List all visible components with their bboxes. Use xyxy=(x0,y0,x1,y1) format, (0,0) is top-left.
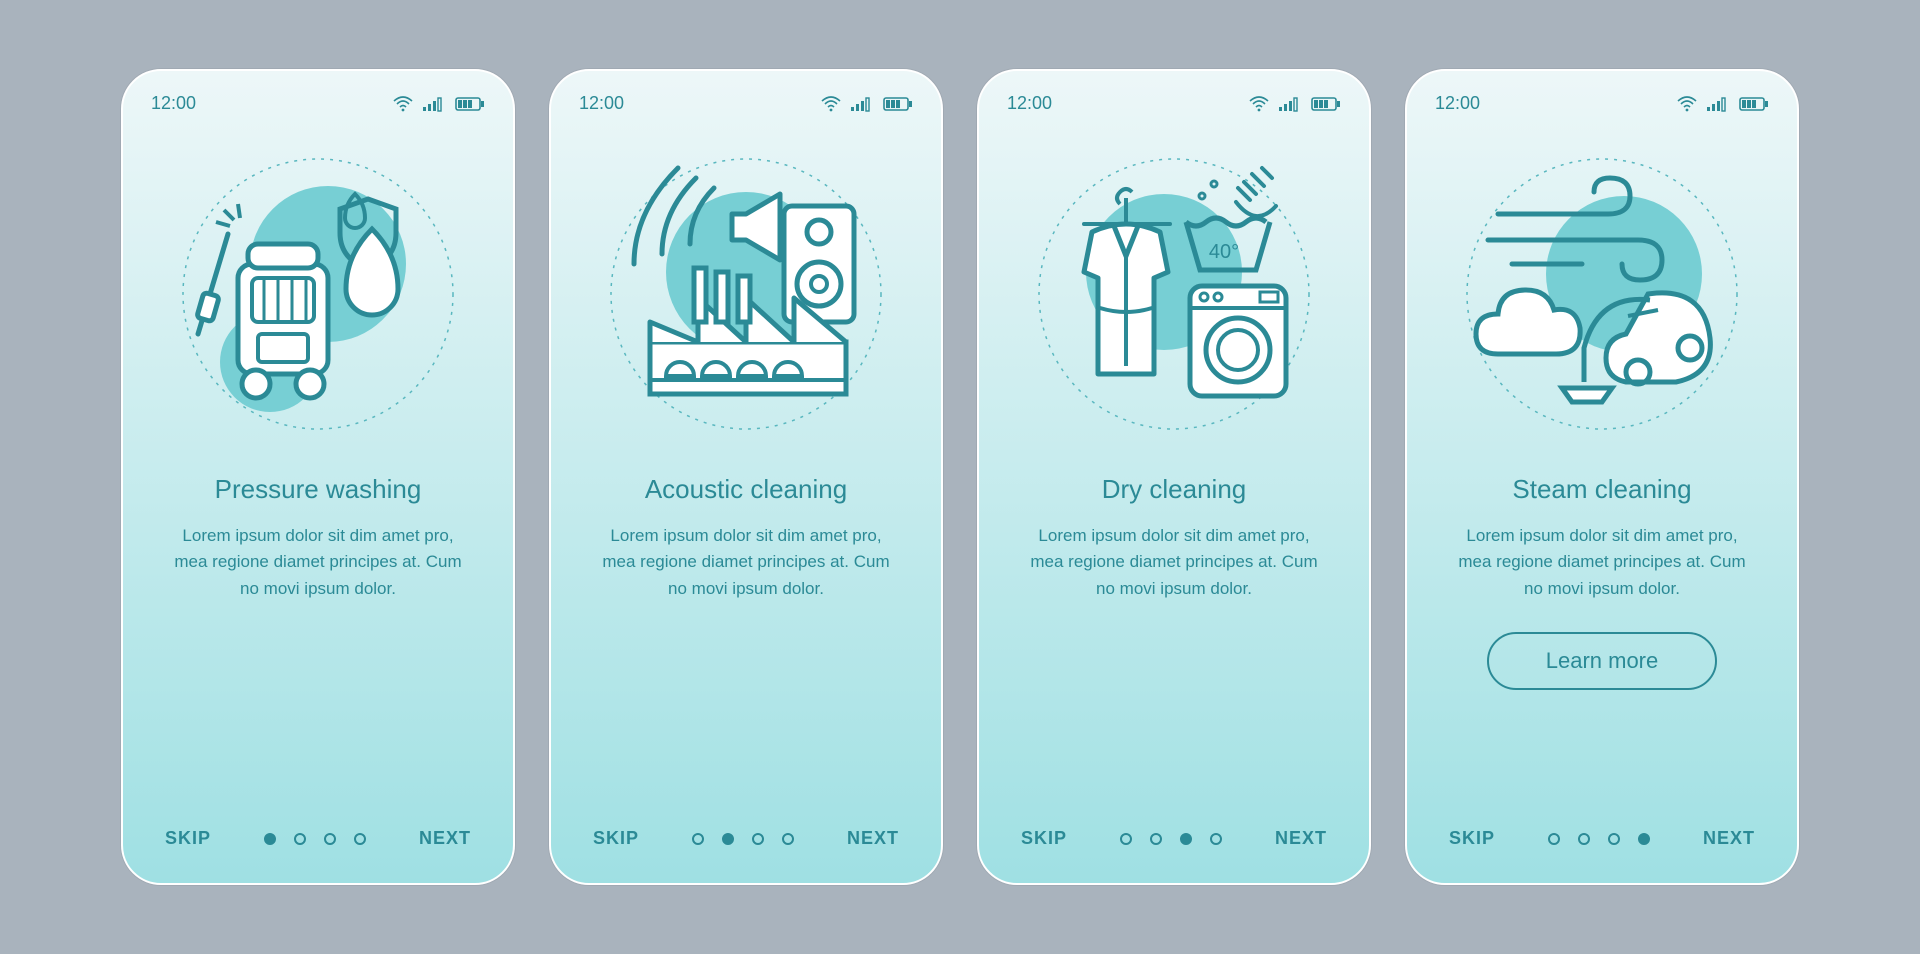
signal-icon xyxy=(1279,96,1301,112)
status-time: 12:00 xyxy=(1007,93,1052,114)
next-button[interactable]: NEXT xyxy=(1703,828,1755,849)
signal-icon xyxy=(851,96,873,112)
signal-icon xyxy=(423,96,445,112)
page-dot[interactable] xyxy=(1578,833,1590,845)
page-dot[interactable] xyxy=(1210,833,1222,845)
screen-body: Lorem ipsum dolor sit dim amet pro, mea … xyxy=(1407,505,1797,602)
page-dot[interactable] xyxy=(722,833,734,845)
page-dot[interactable] xyxy=(294,833,306,845)
page-dot[interactable] xyxy=(324,833,336,845)
battery-icon xyxy=(883,96,913,112)
screen-body: Lorem ipsum dolor sit dim amet pro, mea … xyxy=(979,505,1369,602)
status-bar: 12:00 xyxy=(1407,71,1797,114)
page-dot[interactable] xyxy=(782,833,794,845)
onboarding-screen: 12:00 Pressure washing Lorem ipsum dolor… xyxy=(121,69,515,885)
page-indicator xyxy=(1548,833,1650,845)
onboarding-screen: 12:00 Acoustic cleaning Lorem ipsum dolo… xyxy=(549,69,943,885)
skip-button[interactable]: SKIP xyxy=(1449,828,1495,849)
wifi-icon xyxy=(821,96,841,112)
onboarding-screen: 12:00 Steam cleaning Lorem ipsum dolor s… xyxy=(1405,69,1799,885)
onboarding-nav: SKIP NEXT xyxy=(123,828,513,849)
onboarding-nav: SKIP NEXT xyxy=(551,828,941,849)
page-dot[interactable] xyxy=(1548,833,1560,845)
status-bar: 12:00 xyxy=(551,71,941,114)
onboarding-screen: 12:00 40° Dry cleaning Lorem ipsum dolor… xyxy=(977,69,1371,885)
status-time: 12:00 xyxy=(1435,93,1480,114)
page-indicator xyxy=(264,833,366,845)
battery-icon xyxy=(1739,96,1769,112)
page-indicator xyxy=(1120,833,1222,845)
skip-button[interactable]: SKIP xyxy=(1021,828,1067,849)
wifi-icon xyxy=(1249,96,1269,112)
page-dot[interactable] xyxy=(1608,833,1620,845)
skip-button[interactable]: SKIP xyxy=(165,828,211,849)
page-dot[interactable] xyxy=(1638,833,1650,845)
onboarding-nav: SKIP NEXT xyxy=(1407,828,1797,849)
page-dot[interactable] xyxy=(692,833,704,845)
acoustic-cleaning-icon xyxy=(551,124,941,464)
screen-title: Steam cleaning xyxy=(1407,474,1797,505)
next-button[interactable]: NEXT xyxy=(419,828,471,849)
status-time: 12:00 xyxy=(579,93,624,114)
dry-cleaning-icon: 40° xyxy=(979,124,1369,464)
page-dot[interactable] xyxy=(1120,833,1132,845)
battery-icon xyxy=(455,96,485,112)
next-button[interactable]: NEXT xyxy=(847,828,899,849)
screen-title: Acoustic cleaning xyxy=(551,474,941,505)
screen-title: Dry cleaning xyxy=(979,474,1369,505)
svg-text:40°: 40° xyxy=(1209,241,1239,263)
page-dot[interactable] xyxy=(752,833,764,845)
page-dot[interactable] xyxy=(354,833,366,845)
status-bar: 12:00 xyxy=(979,71,1369,114)
wifi-icon xyxy=(393,96,413,112)
learn-more-button[interactable]: Learn more xyxy=(1487,632,1717,690)
screen-body: Lorem ipsum dolor sit dim amet pro, mea … xyxy=(551,505,941,602)
page-dot[interactable] xyxy=(1150,833,1162,845)
next-button[interactable]: NEXT xyxy=(1275,828,1327,849)
wifi-icon xyxy=(1677,96,1697,112)
page-dot[interactable] xyxy=(1180,833,1192,845)
status-time: 12:00 xyxy=(151,93,196,114)
page-indicator xyxy=(692,833,794,845)
signal-icon xyxy=(1707,96,1729,112)
screen-title: Pressure washing xyxy=(123,474,513,505)
pressure-washing-icon xyxy=(123,124,513,464)
screen-body: Lorem ipsum dolor sit dim amet pro, mea … xyxy=(123,505,513,602)
page-dot[interactable] xyxy=(264,833,276,845)
status-bar: 12:00 xyxy=(123,71,513,114)
steam-cleaning-icon xyxy=(1407,124,1797,464)
skip-button[interactable]: SKIP xyxy=(593,828,639,849)
battery-icon xyxy=(1311,96,1341,112)
onboarding-nav: SKIP NEXT xyxy=(979,828,1369,849)
